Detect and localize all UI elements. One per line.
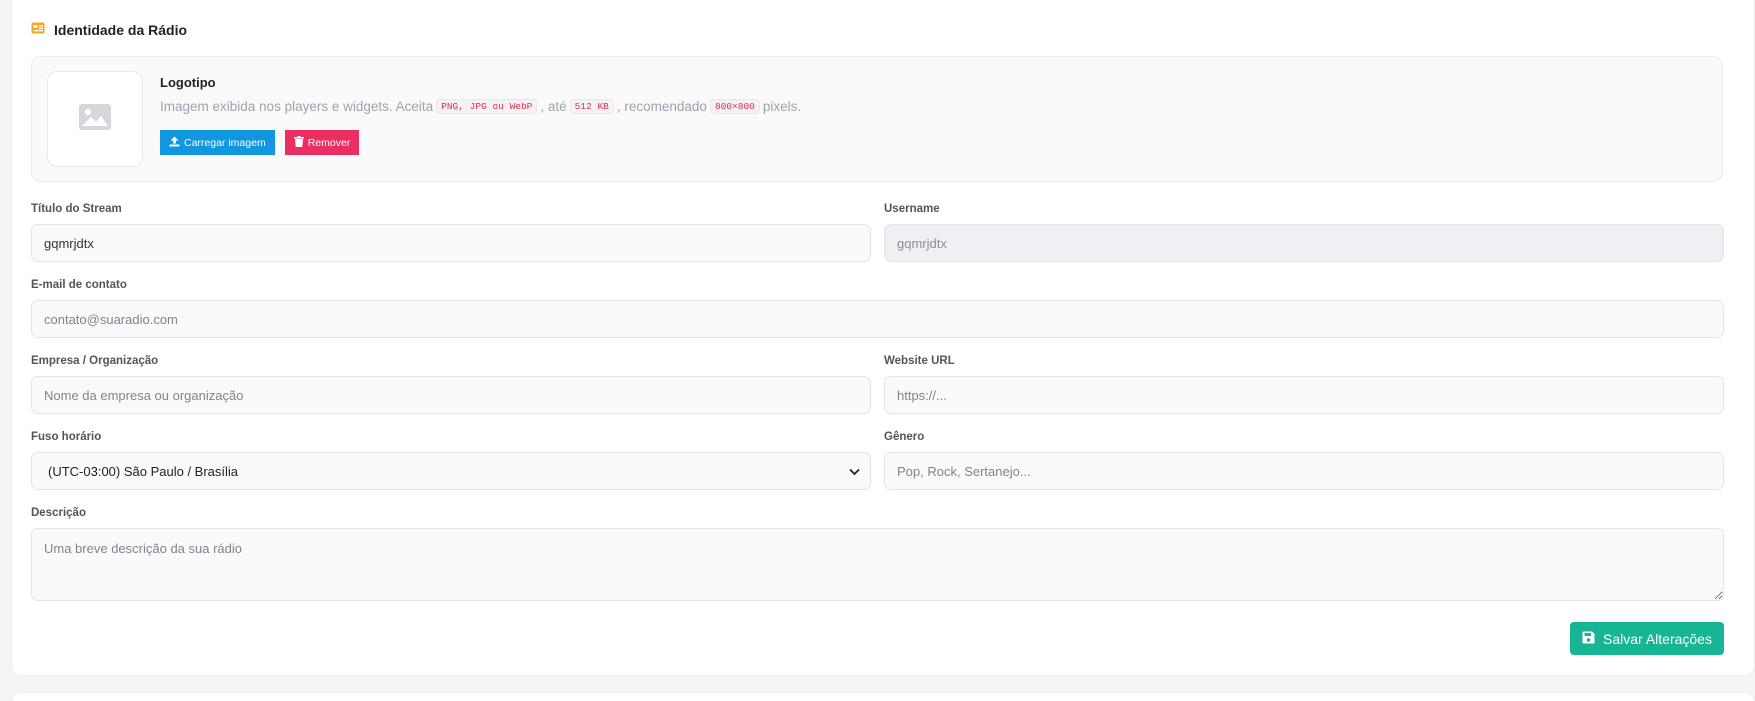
timezone-select[interactable]: (UTC-03:00) São Paulo / Brasília — [31, 452, 871, 490]
username-input — [884, 224, 1724, 262]
website-input[interactable] — [884, 376, 1724, 414]
description-textarea[interactable] — [31, 528, 1724, 601]
next-card — [11, 692, 1755, 701]
formats-code: PNG, JPG ou WebP — [436, 99, 538, 114]
remove-image-label: Remover — [307, 136, 351, 149]
username-label: Username — [884, 203, 940, 215]
section-title: Identidade da Rádio — [54, 22, 188, 38]
email-input[interactable] — [31, 300, 1724, 338]
upload-icon — [169, 136, 180, 150]
logo-desc-suffix: pixels. — [762, 99, 802, 114]
image-icon — [79, 103, 111, 135]
email-label: E-mail de contato — [31, 279, 127, 291]
remove-image-button[interactable]: Remover — [284, 130, 360, 155]
logo-title: Logotipo — [160, 75, 216, 90]
save-changes-button[interactable]: Salvar Alterações — [1570, 622, 1724, 655]
upload-image-button[interactable]: Carregar imagem — [160, 130, 275, 155]
description-label: Descrição — [31, 507, 86, 519]
logo-desc-until: , até — [540, 99, 567, 114]
company-label: Empresa / Organização — [31, 355, 159, 367]
genre-input[interactable] — [884, 452, 1724, 490]
stream-title-label: Título do Stream — [31, 203, 122, 215]
section-header: Identidade da Rádio — [31, 21, 187, 39]
logo-desc-recommended: , recomendado — [616, 99, 707, 114]
website-label: Website URL — [884, 355, 955, 367]
id-card-icon — [31, 21, 45, 39]
trash-icon — [293, 135, 304, 150]
logo-description: Imagem exibida nos players e widgets. Ac… — [160, 99, 801, 114]
chevron-down-icon — [849, 464, 860, 479]
max-size-code: 512 KB — [569, 99, 614, 114]
timezone-label: Fuso horário — [31, 431, 102, 443]
genre-label: Gênero — [884, 431, 925, 443]
dimensions-code: 800×800 — [709, 99, 760, 114]
logo-actions: Carregar imagem Remover — [160, 130, 360, 155]
company-input[interactable] — [31, 376, 871, 414]
save-icon — [1582, 631, 1595, 647]
logo-panel: Logotipo Imagem exibida nos players e wi… — [31, 56, 1723, 182]
upload-image-label: Carregar imagem — [184, 136, 266, 149]
logo-preview — [47, 71, 143, 167]
save-changes-label: Salvar Alterações — [1603, 630, 1712, 647]
timezone-selected: (UTC-03:00) São Paulo / Brasília — [48, 463, 239, 479]
stream-title-input[interactable] — [31, 224, 871, 262]
logo-desc-prefix: Imagem exibida nos players e widgets. Ac… — [160, 99, 434, 114]
